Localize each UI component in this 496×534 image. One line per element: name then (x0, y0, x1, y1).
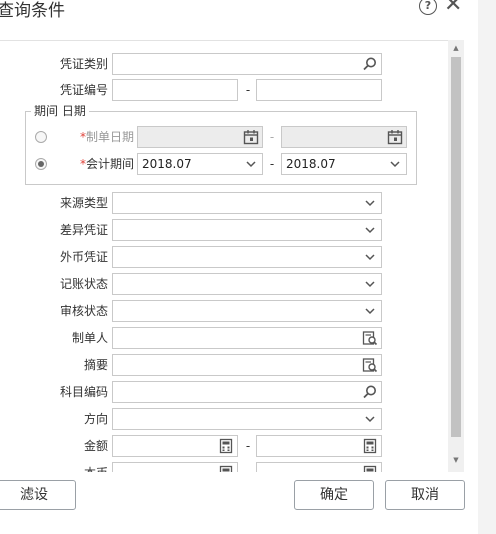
direction-label: 方向 (83, 412, 108, 426)
help-icon[interactable]: ? (419, 0, 437, 15)
search-icon[interactable] (362, 56, 378, 72)
audit-status-label: 审核状态 (59, 304, 108, 318)
account-code-input[interactable] (112, 381, 382, 403)
fx-voucher-select[interactable] (112, 246, 382, 268)
voucher-no-to-input[interactable] (256, 79, 382, 101)
chevron-down-icon[interactable] (362, 411, 378, 427)
chevron-down-icon[interactable] (243, 156, 259, 172)
dialog-footer: 滤设 确定 取消 (0, 472, 478, 534)
scroll-thumb[interactable] (451, 57, 461, 437)
summary-label: 摘要 (83, 358, 108, 372)
amount-label: 金额 (83, 439, 108, 453)
voucher-no-label: 凭证编号 (59, 83, 108, 97)
chevron-down-icon[interactable] (362, 195, 378, 211)
filter-settings-button[interactable]: 滤设 (0, 480, 76, 510)
search-icon[interactable] (362, 384, 378, 400)
maker-input[interactable] (112, 327, 382, 349)
chevron-down-icon[interactable] (362, 249, 378, 265)
voucher-no-dash: - (245, 83, 251, 97)
cancel-button[interactable]: 取消 (385, 480, 465, 510)
fx-voucher-label: 外币凭证 (59, 250, 108, 264)
form-content: 凭证类别 凭证编号 - 期间 日期 *制单日期 - *会计期间 2018.07 … (0, 40, 448, 473)
window-edge (478, 0, 496, 534)
voucher-type-input[interactable] (112, 53, 382, 75)
chevron-down-icon[interactable] (387, 156, 403, 172)
chevron-down-icon[interactable] (362, 222, 378, 238)
direction-select[interactable] (112, 408, 382, 430)
source-type-select[interactable] (112, 192, 382, 214)
make-date-radio[interactable] (35, 131, 47, 143)
period-dash: - (269, 157, 275, 171)
maker-label: 制单人 (71, 331, 108, 345)
query-dialog: 查询条件 ? ✕ 凭证类别 凭证编号 - 期间 日期 *制单日期 - *会计期间… (0, 0, 478, 534)
scroll-up-arrow-icon[interactable]: ▲ (448, 42, 464, 54)
source-type-label: 来源类型 (59, 196, 108, 210)
acct-period-label: *会计期间 (79, 157, 134, 171)
calendar-icon[interactable] (387, 129, 403, 145)
ok-button[interactable]: 确定 (294, 480, 374, 510)
amount-to-input[interactable] (256, 435, 382, 457)
make-date-from-input[interactable] (137, 126, 263, 148)
scroll-down-arrow-icon[interactable]: ▼ (448, 454, 464, 466)
acct-period-radio[interactable] (35, 158, 47, 170)
calculator-icon[interactable] (218, 438, 234, 454)
vertical-scrollbar[interactable]: ▲ ▼ (448, 40, 464, 472)
calculator-icon[interactable] (362, 438, 378, 454)
account-code-label: 科目编码 (59, 385, 108, 399)
period-to-select[interactable]: 2018.07 (281, 153, 407, 175)
summary-input[interactable] (112, 354, 382, 376)
voucher-no-from-input[interactable] (112, 79, 238, 101)
make-date-to-input[interactable] (281, 126, 407, 148)
period-legend: 期间 日期 (31, 104, 89, 118)
dialog-title: 查询条件 (0, 1, 65, 21)
chevron-down-icon[interactable] (362, 303, 378, 319)
amount-from-input[interactable] (112, 435, 238, 457)
make-date-label: *制单日期 (79, 130, 134, 144)
make-date-dash: - (269, 130, 275, 144)
calendar-icon[interactable] (243, 129, 259, 145)
diff-voucher-label: 差异凭证 (59, 223, 108, 237)
period-from-select[interactable]: 2018.07 (137, 153, 263, 175)
close-icon[interactable]: ✕ (444, 0, 462, 16)
lookup-icon[interactable] (362, 357, 378, 373)
voucher-type-label: 凭证类别 (59, 57, 108, 71)
chevron-down-icon[interactable] (362, 276, 378, 292)
amount-dash: - (245, 439, 251, 453)
lookup-icon[interactable] (362, 330, 378, 346)
audit-status-select[interactable] (112, 300, 382, 322)
posting-status-label: 记账状态 (59, 277, 108, 291)
diff-voucher-select[interactable] (112, 219, 382, 241)
posting-status-select[interactable] (112, 273, 382, 295)
